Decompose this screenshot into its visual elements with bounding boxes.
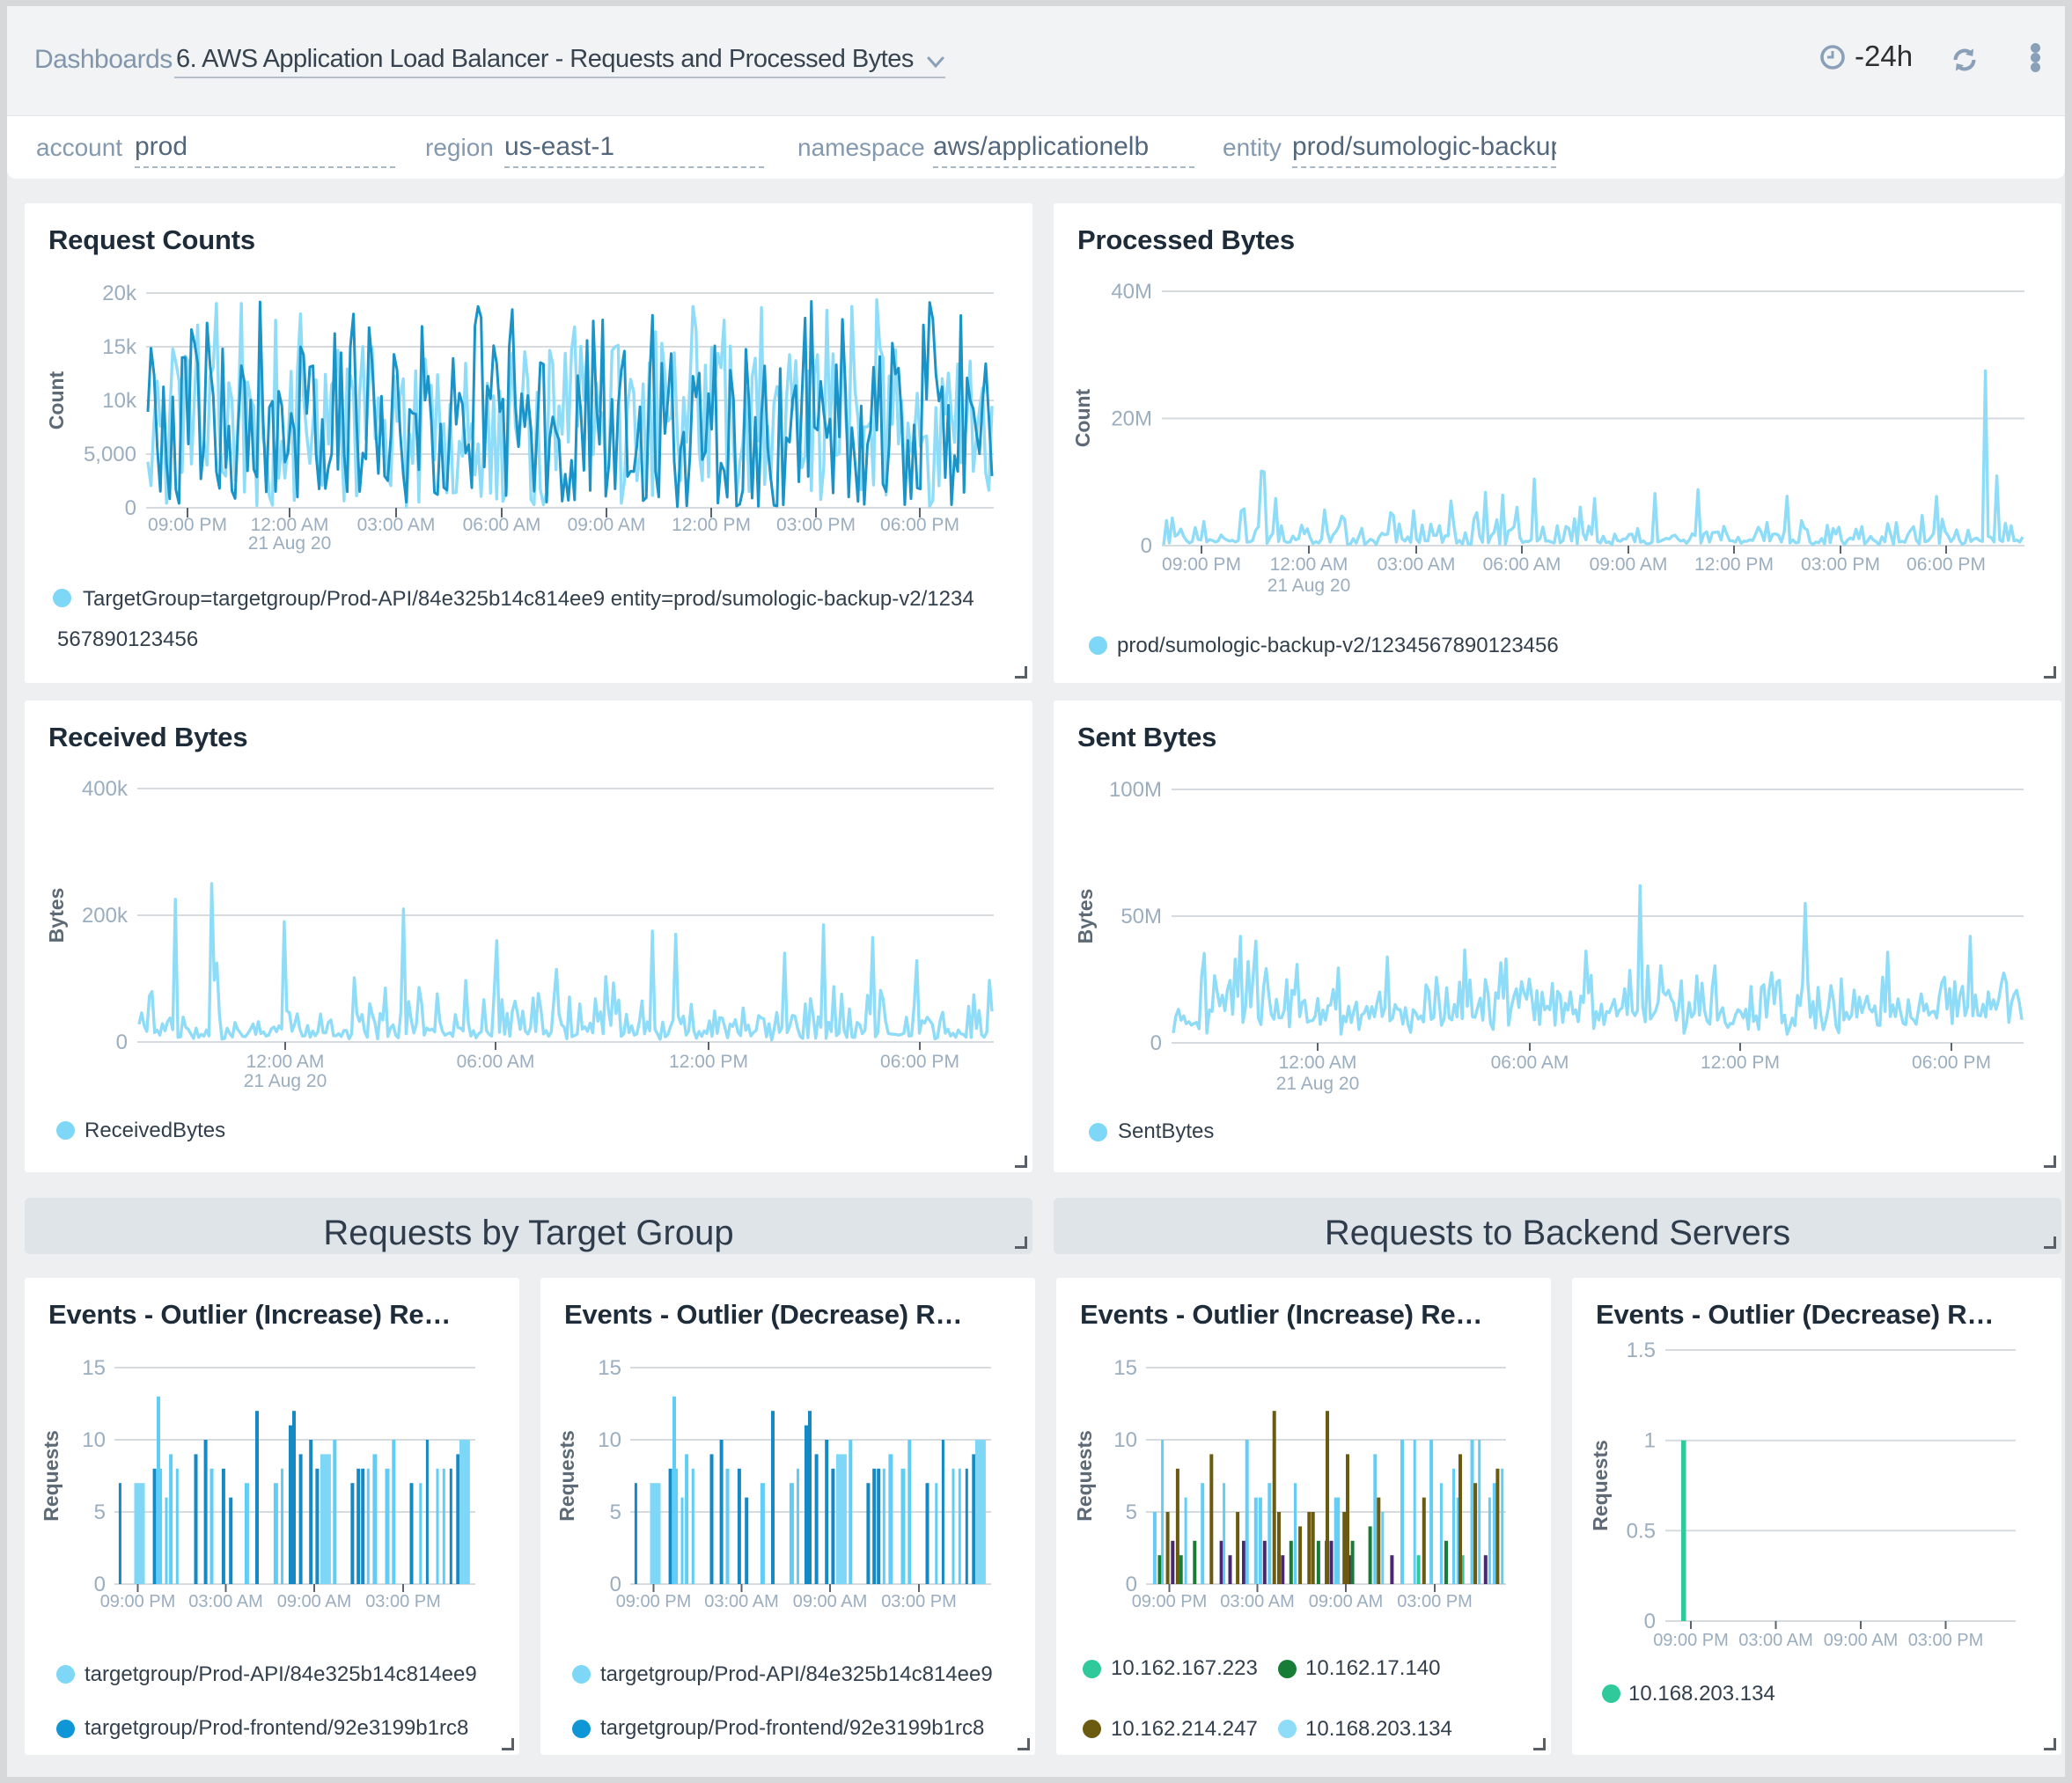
svg-text:10k: 10k [102,389,137,413]
svg-text:06:00 AM: 06:00 AM [1491,1053,1569,1073]
svg-text:0: 0 [116,1031,128,1054]
svg-text:200k: 200k [82,904,129,928]
svg-text:03:00 PM: 03:00 PM [1397,1592,1473,1611]
svg-text:0: 0 [125,496,136,520]
svg-text:100M: 100M [1109,778,1162,802]
svg-text:Count: Count [45,371,68,429]
svg-text:03:00 AM: 03:00 AM [704,1592,779,1611]
svg-text:1: 1 [1644,1429,1656,1453]
svg-text:Requests: Requests [555,1430,578,1522]
svg-text:15k: 15k [102,335,137,359]
svg-text:03:00 AM: 03:00 AM [1738,1631,1813,1650]
svg-text:12:00 AM: 12:00 AM [1279,1053,1357,1073]
svg-text:03:00 PM: 03:00 PM [1908,1631,1984,1650]
svg-text:15: 15 [82,1356,106,1380]
svg-text:21 Aug 20: 21 Aug 20 [248,533,332,554]
svg-text:Bytes: Bytes [1074,889,1097,944]
svg-text:06:00 AM: 06:00 AM [457,1052,535,1072]
svg-text:03:00 AM: 03:00 AM [188,1592,263,1611]
svg-text:12:00 AM: 12:00 AM [1270,554,1348,575]
svg-text:5: 5 [1126,1501,1137,1524]
svg-text:06:00 AM: 06:00 AM [1483,554,1561,575]
svg-text:5: 5 [610,1501,621,1524]
svg-text:5: 5 [94,1501,106,1524]
svg-text:09:00 AM: 09:00 AM [1590,554,1668,575]
svg-text:1.5: 1.5 [1627,1339,1656,1362]
svg-text:Requests: Requests [40,1430,62,1522]
svg-text:09:00 PM: 09:00 PM [616,1592,692,1611]
svg-text:Bytes: Bytes [45,888,68,943]
svg-text:21 Aug 20: 21 Aug 20 [1267,576,1351,596]
svg-text:Count: Count [1071,388,1094,447]
svg-text:10: 10 [598,1428,621,1452]
svg-text:06:00 PM: 06:00 PM [1912,1053,1991,1073]
svg-text:09:00 PM: 09:00 PM [1132,1592,1208,1611]
svg-text:21 Aug 20: 21 Aug 20 [1276,1074,1360,1094]
svg-text:09:00 AM: 09:00 AM [277,1592,352,1611]
svg-text:06:00 PM: 06:00 PM [880,1052,959,1072]
svg-text:03:00 PM: 03:00 PM [1801,554,1880,575]
svg-text:12:00 PM: 12:00 PM [672,515,751,535]
svg-text:12:00 PM: 12:00 PM [1694,554,1774,575]
svg-text:03:00 AM: 03:00 AM [1220,1592,1295,1611]
svg-text:50M: 50M [1120,905,1162,928]
svg-text:Requests: Requests [1589,1440,1612,1531]
svg-text:09:00 AM: 09:00 AM [1309,1592,1384,1611]
svg-text:40M: 40M [1111,280,1152,304]
svg-text:12:00 PM: 12:00 PM [669,1052,748,1072]
svg-text:20M: 20M [1111,407,1152,431]
svg-text:09:00 PM: 09:00 PM [1653,1631,1729,1650]
svg-text:09:00 PM: 09:00 PM [100,1592,176,1611]
svg-text:09:00 AM: 09:00 AM [568,515,646,535]
svg-text:03:00 PM: 03:00 PM [776,515,856,535]
svg-text:0: 0 [1150,1031,1162,1055]
svg-text:09:00 AM: 09:00 AM [793,1592,868,1611]
svg-text:0: 0 [1141,534,1152,558]
svg-text:03:00 PM: 03:00 PM [365,1592,441,1611]
svg-text:10: 10 [82,1428,106,1452]
svg-text:21 Aug 20: 21 Aug 20 [244,1071,327,1091]
svg-text:10: 10 [1113,1428,1137,1452]
svg-text:12:00 PM: 12:00 PM [1701,1053,1780,1073]
svg-text:06:00 PM: 06:00 PM [880,515,959,535]
svg-text:5,000: 5,000 [84,443,136,466]
svg-text:03:00 AM: 03:00 AM [1378,554,1456,575]
svg-text:Requests: Requests [1073,1430,1096,1522]
svg-text:03:00 PM: 03:00 PM [881,1592,957,1611]
svg-text:09:00 AM: 09:00 AM [1824,1631,1899,1650]
svg-text:15: 15 [1113,1356,1137,1380]
svg-text:12:00 AM: 12:00 AM [246,1052,325,1072]
svg-text:0.5: 0.5 [1627,1519,1656,1543]
svg-text:03:00 AM: 03:00 AM [357,515,436,535]
svg-text:09:00 PM: 09:00 PM [1162,554,1241,575]
svg-text:06:00 AM: 06:00 AM [463,515,541,535]
svg-text:09:00 PM: 09:00 PM [148,515,227,535]
svg-text:20k: 20k [102,282,137,305]
svg-text:400k: 400k [82,777,129,801]
svg-text:06:00 PM: 06:00 PM [1907,554,1986,575]
svg-text:0: 0 [1644,1610,1656,1633]
svg-text:12:00 AM: 12:00 AM [251,515,329,535]
svg-text:15: 15 [598,1356,621,1380]
